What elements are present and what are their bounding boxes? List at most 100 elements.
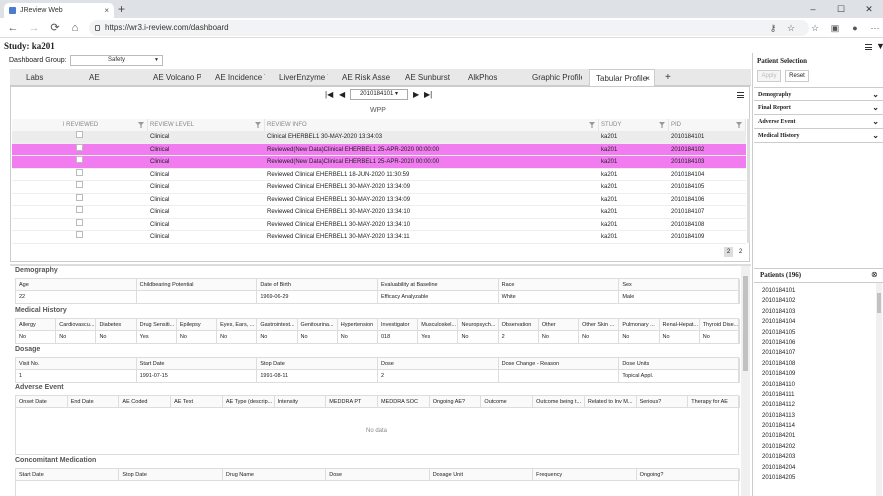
tab-ae[interactable]: AE [89,69,119,86]
scroll-thumb[interactable] [743,276,748,371]
key-icon[interactable]: ⚷ [766,20,780,36]
column-header[interactable]: AE Text [171,396,223,408]
column-header[interactable]: Ongoing AE? [430,396,482,408]
table-row[interactable]: Clinical Reviewed Clinical EHERBEL1 30-MA… [12,218,746,231]
accordion-demography[interactable]: Demography ⌄ [754,87,883,101]
column-header[interactable]: Dose [326,469,430,481]
column-header[interactable]: Neuropsych... [458,319,499,331]
table-row[interactable]: Clinical Reviewed(New Data)Clinical EHERB… [12,156,746,169]
column-header[interactable]: Intensity [275,396,327,408]
patient-list-item[interactable]: 2010184202 [762,442,862,452]
column-header[interactable]: Dose Change - Reason [499,358,620,370]
browser-tab[interactable]: JReview Web × [4,3,114,18]
detail-scrollbar[interactable] [741,266,750,496]
grid-scrollbar[interactable] [747,119,750,243]
tab-ae-sunburst[interactable]: AE Sunburst [405,69,455,86]
minimize-button[interactable]: – [799,0,827,18]
column-header[interactable]: AE Coded [119,396,172,408]
column-header[interactable]: Serious? [637,396,689,408]
column-header[interactable]: Gastrointest... [257,319,298,331]
new-tab-button[interactable]: + [118,2,125,16]
menu-icon[interactable] [865,44,872,50]
column-header[interactable]: Other [539,319,580,331]
column-header-review-info[interactable]: REVIEW INFO [265,119,599,131]
column-header[interactable]: Diabetes [96,319,137,331]
column-header-review-level[interactable]: REVIEW LEVEL [148,119,265,131]
column-header[interactable]: Frequency [533,469,637,481]
apply-button[interactable]: Apply [757,70,781,82]
column-header[interactable]: MEDDRA SOC [378,396,430,408]
column-header-study[interactable]: STUDY [599,119,669,131]
column-header[interactable]: Musculoskel... [418,319,459,331]
column-header[interactable]: Dose [378,358,499,370]
column-header[interactable]: Outcome being t... [533,396,585,408]
column-header[interactable]: Renal-Hepat... [660,319,700,331]
table-row[interactable]: Clinical Reviewed Clinical EHERBEL1 30-MA… [12,231,746,244]
table-row[interactable]: Clinical Reviewed Clinical EHERBEL1 30-MA… [12,206,746,219]
column-header[interactable]: Epilepsy [177,319,218,331]
patient-list-item[interactable]: 2010184204 [762,463,862,473]
star-icon[interactable]: ☆ [784,20,798,36]
patient-list-item[interactable]: 2010184107 [762,348,862,358]
reviewed-checkbox[interactable] [76,181,83,188]
column-header[interactable]: Eyes, Ears, ... [217,319,258,331]
tab-ae-incidence[interactable]: AE Incidence T [215,69,265,86]
column-header[interactable]: Ongoing? [637,469,740,481]
column-header[interactable]: Date of Birth [257,279,378,291]
table-row[interactable]: Clinical Reviewed(New Data)Clinical EHERB… [12,143,746,156]
column-header-pid[interactable]: PID [669,119,746,131]
filter-icon[interactable] [138,122,144,128]
patient-list-item[interactable]: 2010184102 [762,296,862,306]
patient-id-select[interactable]: 2010184101 ▾ [350,89,408,100]
patient-list-item[interactable]: 2010184109 [762,369,862,379]
column-header[interactable]: Drug Sensiti... [137,319,177,331]
column-header[interactable]: Thyroid Dise... [700,319,740,331]
column-header[interactable]: Onset Date [16,396,68,408]
tab-liverenzyme[interactable]: LiverEnzyme T [279,69,328,86]
close-tab-icon[interactable]: × [645,70,650,86]
close-window-button[interactable]: ✕ [855,0,883,18]
column-header[interactable]: Allergy [16,319,57,331]
column-header[interactable]: Evaluability at Baseline [378,279,499,291]
table-row[interactable]: Clinical Reviewed Clinical EHERBEL1 30-MA… [12,193,746,206]
patient-list-item[interactable]: 2010184101 [762,286,862,296]
column-header[interactable]: Pulmonary ... [619,319,660,331]
back-arrow-icon[interactable]: ← [5,18,21,38]
page-button-current[interactable]: 2 [724,247,733,257]
patient-list-item[interactable]: 2010184201 [762,431,862,441]
tab-tabular-profile[interactable]: Tabular Profile × [589,69,655,86]
column-header[interactable]: Outcome [481,396,534,408]
table-row[interactable]: Clinical Clinical EHERBEL1 30-MAY-2020 13… [12,131,746,144]
profile-icon[interactable]: ● [848,20,862,36]
reload-icon[interactable]: ⟳ [47,18,63,38]
column-header[interactable]: Visit No. [16,358,137,370]
accordion-medical-history[interactable]: Medical History ⌄ [754,129,883,143]
page-button[interactable]: 2 [736,247,745,257]
tab-labs[interactable]: Labs [26,69,66,86]
prev-page-icon[interactable]: ◀ [339,89,345,100]
column-header[interactable]: Hypertension [338,319,378,331]
patient-list-item[interactable]: 2010184104 [762,317,862,327]
column-header[interactable]: End Date [68,396,120,408]
scroll-thumb[interactable] [877,293,881,313]
forward-arrow-icon[interactable]: → [26,18,42,38]
filter-icon[interactable] [736,122,742,128]
column-header[interactable]: Cardiovascu... [56,319,97,331]
reviewed-checkbox[interactable] [76,131,83,138]
filter-icon[interactable] [255,122,261,128]
reviewed-checkbox[interactable] [76,193,83,201]
patient-list-scrollbar[interactable] [876,283,882,496]
favorites-icon[interactable]: ☆ [808,20,822,36]
column-header[interactable]: Age [16,279,137,291]
patient-list-item[interactable]: 2010184106 [762,338,862,348]
next-page-icon[interactable]: ▶ [413,89,419,100]
reviewed-checkbox[interactable] [76,143,83,151]
filter-icon[interactable] [659,122,665,128]
patient-list-item[interactable]: 2010184105 [762,328,862,338]
tab-ae-volcano[interactable]: AE Volcano Pk [153,69,201,86]
column-header[interactable]: MEDDRA PT [326,396,378,408]
column-header[interactable]: Other Skin ... [579,319,620,331]
reviewed-checkbox[interactable] [76,156,83,163]
add-tab-button[interactable]: + [665,69,675,86]
column-header[interactable]: Stop Date [257,358,378,370]
